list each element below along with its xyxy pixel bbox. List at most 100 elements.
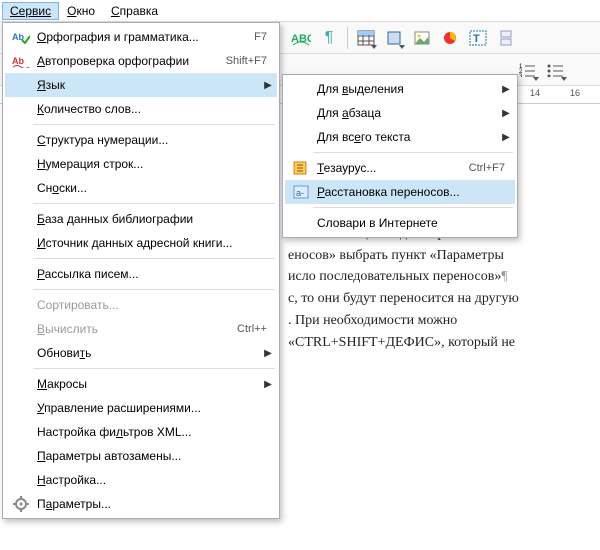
menu-separator [33,258,275,259]
doc-text: «CTRL+SHIFT+ДЕФИС», который не [288,335,515,350]
menu-label: Орфография и грамматика... [33,30,254,44]
menu-label: Обновить [33,346,263,360]
svg-text:ABC: ABC [291,33,311,45]
menu-label: Рассылка писем... [33,267,273,281]
menu-label: Настройка... [33,473,273,487]
menu-separator [313,207,513,208]
service-menu: Ab Орфография и грамматика... F7 Ab Авто… [2,22,280,519]
svg-text:T: T [473,33,480,45]
menu-window[interactable]: Окно [59,2,103,20]
menu-label: База данных библиографии [33,212,273,226]
menu-separator [33,289,275,290]
menu-item-spelling[interactable]: Ab Орфография и грамматика... F7 [5,25,277,49]
menu-item-calc: Вычислить Ctrl++ [5,317,277,341]
menu-item-language[interactable]: Язык ▶ [5,73,277,97]
menu-label: Для выделения [313,82,501,96]
menu-item-xml[interactable]: Настройка фильтров XML... [5,420,277,444]
submenu-item-selection[interactable]: Для выделения ▶ [285,77,515,101]
spellcheck-icon: Ab [9,27,33,47]
menu-accel: Shift+F7 [226,55,273,67]
thesaurus-icon [289,158,313,178]
menu-item-addrbook[interactable]: Источник данных адресной книги... [5,231,277,255]
menu-separator [33,368,275,369]
menu-separator [33,124,275,125]
svg-text:Ab: Ab [12,56,24,66]
menu-item-mailmerge[interactable]: Рассылка писем... [5,262,277,286]
doc-text: с, то они будут переносится на другую [288,291,519,306]
menu-item-linenum[interactable]: Нумерация строк... [5,152,277,176]
submenu-arrow-icon: ▶ [501,132,511,143]
menu-item-update[interactable]: Обновить ▶ [5,341,277,365]
menu-accel: F7 [254,31,273,43]
page-break-button[interactable] [493,25,519,51]
submenu-arrow-icon: ▶ [501,84,511,95]
menu-item-outline[interactable]: Структура нумерации... [5,128,277,152]
menu-label: Параметры автозамены... [33,449,273,463]
menu-item-biblio[interactable]: База данных библиографии [5,207,277,231]
submenu-arrow-icon: ▶ [263,80,273,91]
submenu-item-hyphenation[interactable]: a- Расстановка переносов... [285,180,515,204]
insert-object-button[interactable] [381,25,407,51]
menu-item-extensions[interactable]: Управление расширениями... [5,396,277,420]
menu-label: Настройка фильтров XML... [33,425,273,439]
menu-item-autocorrect[interactable]: Параметры автозамены... [5,444,277,468]
menu-label: Структура нумерации... [33,133,273,147]
menu-label: Словари в Интернете [313,216,511,230]
menu-item-wordcount[interactable]: Количество слов... [5,97,277,121]
pilcrow-button[interactable]: ¶ [316,25,342,51]
menu-label: Сортировать... [33,298,273,312]
numbered-list-button[interactable]: 123 [515,57,541,83]
spellcheck-button[interactable]: ABC [288,25,314,51]
submenu-item-thesaurus[interactable]: Тезаурус... Ctrl+F7 [285,156,515,180]
menu-label: Макросы [33,377,263,391]
submenu-arrow-icon: ▶ [501,108,511,119]
ruler-tick: 16 [570,88,580,98]
menu-label: Для всего текста [313,130,501,144]
text-frame-button[interactable]: T [465,25,491,51]
submenu-item-alltext[interactable]: Для всего текста ▶ [285,125,515,149]
menu-item-customize[interactable]: Настройка... [5,468,277,492]
autospell-icon: Ab [9,51,33,71]
menu-separator [33,203,275,204]
menu-item-footnotes[interactable]: Сноски... [5,176,277,200]
table-insert-button[interactable] [353,25,379,51]
doc-text: исло последовательных переносов» [288,269,501,284]
menu-label: Источник данных адресной книги... [33,236,273,250]
menu-label: Сноски... [33,181,273,195]
menu-label: Управление расширениями... [33,401,273,415]
menu-label: Автопроверка орфографии [33,54,226,68]
submenu-item-dictionaries[interactable]: Словари в Интернете [285,211,515,235]
doc-text: еносов» выбрать пункт «Параметры [288,248,504,263]
submenu-arrow-icon: ▶ [263,379,273,390]
hyphenation-icon: a- [289,182,313,202]
menu-label: Нумерация строк... [33,157,273,171]
ruler-tick: 14 [530,88,540,98]
menu-item-macros[interactable]: Макросы ▶ [5,372,277,396]
chart-button[interactable] [437,25,463,51]
bullet-list-button[interactable] [543,57,569,83]
language-submenu: Для выделения ▶ Для абзаца ▶ Для всего т… [282,74,518,238]
menu-label: Расстановка переносов... [313,185,511,199]
menu-label: Количество слов... [33,102,273,116]
menu-item-options[interactable]: Параметры... [5,492,277,516]
menu-label: Тезаурус... [313,161,469,175]
menu-label: Вычислить [33,322,237,336]
menu-item-autospell[interactable]: Ab Автопроверка орфографии Shift+F7 [5,49,277,73]
doc-text: . При необходимости можно [288,313,457,328]
menu-label: Для абзаца [313,106,501,120]
menu-label: Язык [33,78,263,92]
menu-label: Параметры... [33,497,273,511]
svg-text:3: 3 [519,74,523,77]
svg-text:a-: a- [296,188,304,198]
menu-separator [313,152,513,153]
menu-accel: Ctrl++ [237,323,273,335]
menu-accel: Ctrl+F7 [469,162,511,174]
insert-image-button[interactable] [409,25,435,51]
menu-service[interactable]: Сервис [2,2,59,20]
blank-icon [9,75,33,95]
toolbar-separator [347,27,348,49]
gear-icon [9,494,33,514]
menu-item-sort: Сортировать... [5,293,277,317]
menu-help[interactable]: Справка [103,2,166,20]
submenu-item-paragraph[interactable]: Для абзаца ▶ [285,101,515,125]
